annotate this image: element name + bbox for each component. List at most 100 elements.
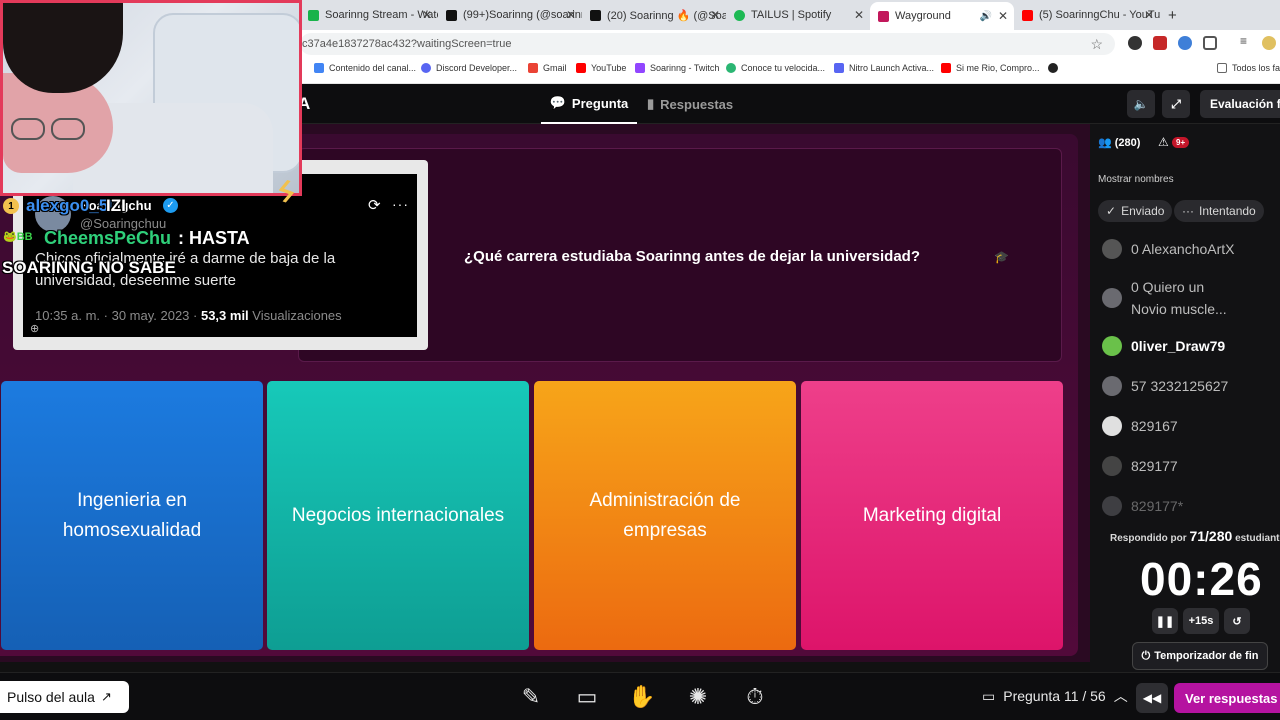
bookmark[interactable]: Nitro Launch Activa...	[834, 63, 934, 73]
player-row[interactable]: 0 AlexanchoArtX	[1102, 238, 1280, 260]
x-icon	[590, 9, 601, 21]
answer-option-2[interactable]: Negocios internacionales	[267, 381, 529, 650]
reset-timer-button[interactable]: ↺	[1224, 608, 1250, 634]
address-bar[interactable]: c37a4e1837278ac432?waitingScreen=true ☆	[300, 33, 1115, 55]
player-row[interactable]: 0liver_Draw79	[1102, 335, 1280, 357]
previous-question-button[interactable]: ◀◀	[1136, 683, 1168, 713]
bookmark[interactable]: Si me Rio, Compro...	[941, 63, 1040, 73]
more-options-icon[interactable]: ···	[392, 196, 409, 212]
extension-icon[interactable]	[1153, 36, 1167, 50]
new-tab-button[interactable]: +	[1160, 4, 1184, 26]
whiteboard-icon[interactable]: ▭	[569, 680, 605, 714]
browser-tab[interactable]: Soarinng Stream - Watch ✕	[300, 4, 438, 26]
pause-icon: ❚❚	[1155, 615, 1175, 628]
profile-avatar[interactable]	[1262, 36, 1276, 50]
tab-answers[interactable]: ▮ Respuestas	[647, 84, 733, 124]
bookmark[interactable]: Gmail	[528, 63, 567, 73]
spotify-icon	[734, 9, 745, 21]
tweet-logo-icon: ⟳	[368, 197, 381, 214]
hand-raise-icon[interactable]: ✋	[624, 680, 660, 714]
close-icon[interactable]: ✕	[566, 8, 576, 22]
player-row[interactable]: 829167	[1102, 415, 1280, 437]
bookmark[interactable]: YouTube	[576, 63, 626, 73]
close-icon[interactable]: ✕	[1144, 8, 1154, 22]
bookmark[interactable]: Conoce tu velocida...	[726, 63, 825, 73]
warning-badge: 9+	[1172, 137, 1190, 148]
verified-icon: ✓	[163, 198, 178, 213]
add-time-button[interactable]: +15s	[1183, 608, 1219, 634]
power-icon: ⏻	[1141, 649, 1151, 662]
close-icon[interactable]: ✕	[422, 8, 432, 22]
filter-trying-chip[interactable]: ··· Intentando	[1174, 200, 1264, 222]
answer-option-4[interactable]: Marketing digital	[801, 381, 1063, 650]
external-link-icon: ↗	[100, 689, 112, 704]
extension-icon[interactable]	[1178, 36, 1192, 50]
bookmark-star-icon[interactable]: ☆	[1090, 36, 1103, 53]
youtube-icon	[941, 63, 951, 73]
browser-tab[interactable]: (5) SoarinngChu - YouTub ✕	[1014, 4, 1160, 26]
rank-badge: 1	[3, 198, 19, 214]
users-icon: 👥	[1098, 137, 1112, 149]
class-pulse-button[interactable]: Pulso del aula ↗	[0, 681, 129, 713]
pen-icon[interactable]: ✎	[513, 680, 549, 714]
screen: Soarinng Stream - Watch ✕ (99+)Soarinng …	[0, 0, 1280, 720]
browser-tab[interactable]: (99+)Soarinng (@soarinn ✕	[438, 4, 582, 26]
chat-message: SOARINNG NO SABE	[2, 258, 176, 277]
zoom-icon[interactable]: ⊕	[30, 322, 39, 335]
end-timer-button[interactable]: ⏻ Temporizador de fin	[1132, 642, 1268, 670]
answer-option-3[interactable]: Administración de empresas	[534, 381, 796, 650]
avatar	[1102, 416, 1122, 436]
close-icon[interactable]: ✕	[854, 8, 864, 22]
expand-icon: ⤢	[1171, 96, 1181, 111]
chat-username: alexgo0_50	[26, 196, 118, 215]
media-control-icon[interactable]: ≡	[1240, 34, 1254, 48]
bookmark[interactable]	[1048, 63, 1063, 73]
bookmark[interactable]: Soarinng - Twitch	[635, 63, 719, 73]
question-navigator[interactable]: ▭ Pregunta 11 / 56 ︿	[982, 686, 1128, 706]
puzzle-icon[interactable]	[1203, 36, 1217, 50]
player-row[interactable]: 829177	[1102, 455, 1280, 477]
chat-message: : HASTA	[178, 228, 250, 248]
sound-button[interactable]: 🔈	[1127, 90, 1155, 118]
avatar	[1102, 456, 1122, 476]
nitro-icon	[834, 63, 844, 73]
player-row[interactable]: 0 Quiero un Novio muscle...	[1102, 276, 1280, 320]
fullscreen-button[interactable]: ⤢	[1162, 90, 1190, 118]
webcam-glasses	[11, 118, 45, 140]
filter-sent-chip[interactable]: ✓ Enviado	[1098, 200, 1173, 222]
spinner-wheel-icon[interactable]: ✺	[680, 680, 716, 714]
audio-icon[interactable]: 🔊	[980, 11, 992, 22]
timer-tool-icon[interactable]: ⏱	[737, 680, 773, 714]
avatar	[1102, 496, 1122, 516]
bookmarks-folder[interactable]: Todos los fav	[1217, 63, 1280, 73]
warning-icon[interactable]: ⚠	[1158, 135, 1169, 149]
player-row[interactable]: 829177*	[1102, 495, 1280, 517]
check-icon: ✓	[1106, 204, 1117, 218]
show-names-label[interactable]: Mostrar nombres	[1098, 174, 1174, 185]
close-icon[interactable]: ✕	[710, 8, 720, 22]
webcam-overlay	[0, 0, 302, 196]
tab-question[interactable]: 💬 Pregunta	[541, 84, 637, 124]
browser-tab-active[interactable]: Wayground 🔊 ✕	[870, 2, 1014, 30]
globe-icon	[1048, 63, 1058, 73]
view-answers-button[interactable]: Ver respuestas	[1174, 683, 1280, 713]
chevron-up-icon: ︿	[1113, 688, 1128, 704]
bookmark-icon	[314, 63, 324, 73]
gmail-icon	[528, 63, 538, 73]
chat-message: IZI	[106, 196, 126, 215]
player-row[interactable]: 57 3232125627	[1102, 375, 1280, 397]
webcam-hair	[3, 3, 123, 93]
pause-button[interactable]: ❚❚	[1152, 608, 1178, 634]
avatar	[1102, 336, 1122, 356]
answer-option-1[interactable]: Ingenieria en homosexualidad	[1, 381, 263, 650]
browser-tab[interactable]: (20) Soarinng 🔥 (@Soar ✕	[582, 4, 726, 26]
bookmark[interactable]: Discord Developer...	[421, 63, 517, 73]
close-icon[interactable]: ✕	[998, 9, 1008, 23]
rewind-icon: ◀◀	[1142, 691, 1162, 705]
twitch-icon	[635, 63, 645, 73]
extension-icon[interactable]	[1128, 36, 1142, 50]
browser-tab[interactable]: TAILUS | Spotify ✕	[726, 4, 870, 26]
chat-badge: 🐸BB	[3, 231, 33, 243]
bookmark[interactable]: Contenido del canal...	[314, 63, 416, 73]
end-assessment-button[interactable]: Evaluación fin	[1200, 90, 1280, 118]
